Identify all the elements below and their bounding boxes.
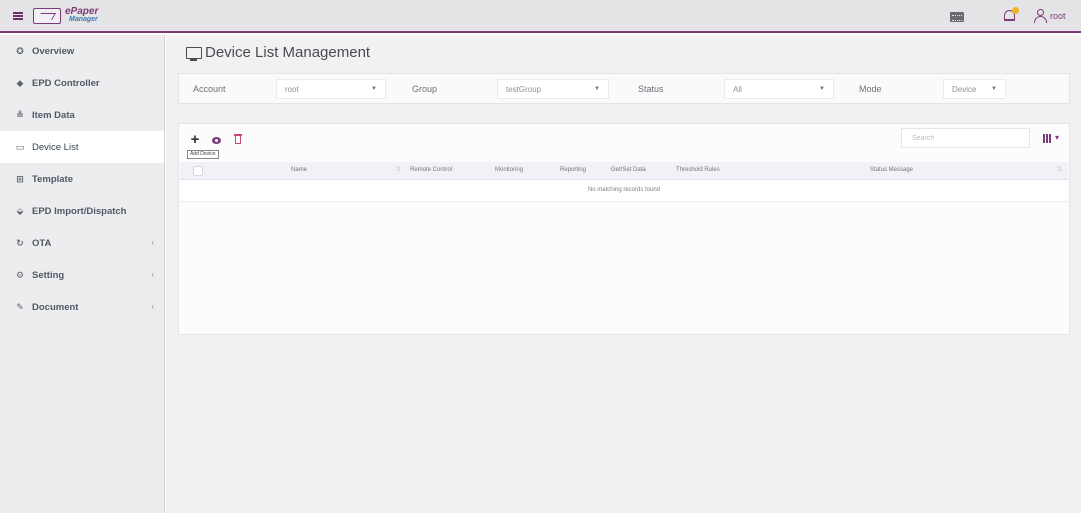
sidebar-item-overview[interactable]: ✪ Overview	[0, 35, 164, 67]
sidebar: ✪ Overview ◆ EPD Controller ≗ Item Data …	[0, 35, 165, 513]
group-label: Group	[412, 84, 438, 94]
delete-icon[interactable]	[231, 133, 245, 147]
import-icon: ⬙	[16, 205, 24, 216]
tag-icon: ◆	[16, 77, 24, 88]
sidebar-item-label: EPD Import/Dispatch	[32, 205, 127, 217]
document-icon: ✎	[16, 301, 24, 312]
sidebar-item-item-data[interactable]: ≗ Item Data	[0, 99, 164, 131]
sidebar-item-label: Template	[32, 173, 74, 185]
sidebar-item-setting[interactable]: ⚙ Setting ‹	[0, 259, 164, 291]
caret-down-icon: ▼	[819, 86, 825, 92]
monitor-icon	[186, 46, 202, 61]
caret-down-icon: ▼	[371, 86, 377, 92]
table-header: Name ⇅ Remote Control Monitoring Reporti…	[180, 162, 1068, 180]
status-select[interactable]: All ▼	[724, 79, 834, 99]
sidebar-item-label: OTA	[32, 237, 52, 249]
database-icon: ≗	[16, 109, 24, 120]
sidebar-item-epd-controller[interactable]: ◆ EPD Controller	[0, 67, 164, 99]
search-input[interactable]	[901, 128, 1030, 148]
sidebar-item-label: Overview	[32, 45, 75, 57]
select-all-checkbox[interactable]	[193, 166, 203, 176]
app-logo[interactable]: ePaper Manager	[33, 5, 113, 27]
sidebar-item-device-list[interactable]: ▭ Device List	[0, 131, 164, 163]
top-bar: ePaper Manager root	[0, 0, 1081, 33]
status-select-value: All	[733, 85, 742, 94]
monitor-icon: ▭	[15, 141, 25, 152]
add-device-tooltip: Add Device	[187, 150, 219, 159]
keyboard-icon[interactable]	[950, 12, 964, 22]
sidebar-item-label: Item Data	[32, 109, 75, 121]
column-header-remote-control[interactable]: Remote Control	[410, 167, 452, 173]
empty-message: No matching records found	[587, 187, 661, 193]
device-table-panel: + Add Device ▾ Name ⇅ Remote Control Mon…	[178, 123, 1070, 335]
sidebar-item-epd-import-dispatch[interactable]: ⬙ EPD Import/Dispatch	[0, 195, 164, 227]
sort-icon: ⇅	[1057, 167, 1063, 173]
column-header-status-message[interactable]: Status Message	[870, 167, 913, 173]
account-select[interactable]: root ▼	[276, 79, 386, 99]
column-header-threshold-rules[interactable]: Threshold Rules	[676, 167, 720, 173]
dashboard-icon: ✪	[16, 45, 24, 56]
page-title-text: Device List Management	[205, 44, 371, 61]
mode-select-value: Device	[952, 85, 977, 94]
column-header-reporting[interactable]: Reporting	[560, 167, 586, 173]
chevron-left-icon: ‹	[151, 302, 154, 311]
columns-toggle-button[interactable]: ▾	[1043, 133, 1063, 145]
account-select-value: root	[285, 85, 299, 94]
sidebar-item-ota[interactable]: ↻ OTA ‹	[0, 227, 164, 259]
chevron-left-icon: ‹	[151, 238, 154, 247]
sidebar-item-label: EPD Controller	[32, 77, 100, 89]
status-label: Status	[638, 84, 664, 94]
notification-badge	[1012, 7, 1019, 14]
page-title: Device List Management	[186, 44, 370, 61]
sidebar-item-template[interactable]: ⊞ Template	[0, 163, 164, 195]
sidebar-item-document[interactable]: ✎ Document ‹	[0, 291, 164, 323]
user-icon[interactable]	[1034, 9, 1047, 23]
menu-toggle-icon[interactable]	[13, 12, 23, 20]
add-device-button[interactable]: +	[188, 132, 202, 147]
sidebar-item-label: Setting	[32, 269, 65, 281]
column-header-get-set-data[interactable]: Get/Set Data	[611, 167, 646, 173]
caret-down-icon: ▼	[594, 86, 600, 92]
group-select-value: testGroup	[506, 85, 542, 94]
sort-icon: ⇅	[396, 167, 402, 173]
notification-bell-icon[interactable]	[1003, 7, 1019, 23]
chevron-left-icon: ‹	[151, 270, 154, 279]
template-icon: ⊞	[16, 173, 24, 184]
logo-text-bottom: Manager	[69, 16, 98, 23]
group-select[interactable]: testGroup ▼	[497, 79, 609, 99]
column-header-monitoring[interactable]: Monitoring	[495, 167, 523, 173]
mode-label: Mode	[859, 84, 882, 94]
column-header-name[interactable]: Name	[291, 167, 307, 173]
main-content: Device List Management Account root ▼ Gr…	[166, 35, 1081, 513]
caret-down-icon: ▼	[991, 86, 997, 92]
mode-select[interactable]: Device ▼	[943, 79, 1006, 99]
sidebar-item-label: Document	[32, 301, 79, 313]
user-name[interactable]: root	[1050, 11, 1066, 21]
sidebar-item-label: Device List	[32, 141, 79, 153]
gear-icon: ⚙	[15, 269, 25, 280]
refresh-icon: ↻	[16, 237, 24, 248]
account-label: Account	[193, 84, 226, 94]
caret-down-icon: ▾	[1055, 133, 1060, 142]
view-icon[interactable]	[210, 133, 224, 147]
table-row: No matching records found	[180, 180, 1068, 202]
logo-emblem	[33, 8, 61, 24]
filter-bar: Account root ▼ Group testGroup ▼ Status …	[178, 73, 1070, 104]
